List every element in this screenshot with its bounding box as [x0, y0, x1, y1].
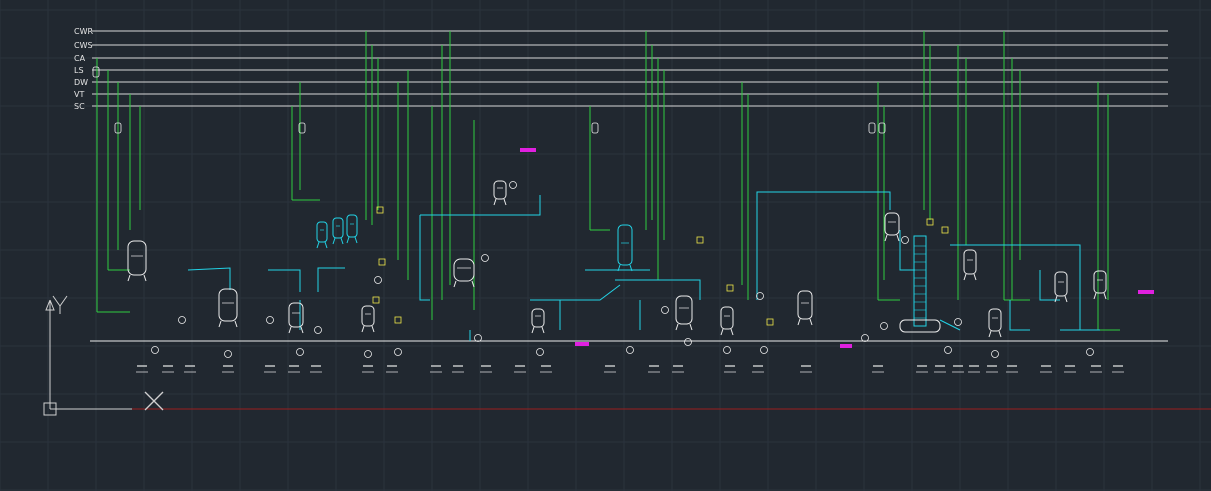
pid-drawing-canvas[interactable]: CWR CWS CA LS DW VT SC [0, 0, 1211, 491]
utility-label-cws: CWS [74, 41, 93, 50]
pump-tag-marker [840, 344, 852, 348]
utility-label-vt: VT [74, 90, 84, 99]
line-tag-marker [1138, 290, 1154, 294]
utility-label-ls: LS [74, 66, 84, 75]
utility-label-sc: SC [74, 102, 85, 111]
utility-label-dw: DW [74, 78, 88, 87]
line-tag-marker [520, 148, 536, 152]
utility-label-cwr: CWR [74, 27, 93, 36]
utility-label-ca: CA [74, 54, 86, 63]
pump-tag-marker [575, 342, 589, 346]
